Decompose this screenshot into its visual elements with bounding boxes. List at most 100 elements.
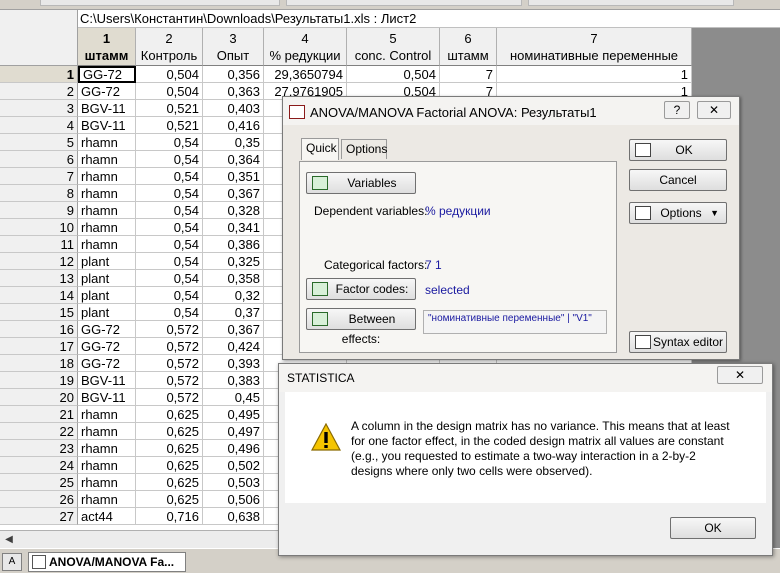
table-cell[interactable]: rhamn [78,202,136,219]
table-cell[interactable]: rhamn [78,474,136,491]
table-cell[interactable]: 0,386 [203,236,264,253]
table-cell[interactable]: act44 [78,508,136,525]
table-cell[interactable]: plant [78,304,136,321]
row-header[interactable]: 15 [0,304,78,321]
minimized-window-icon[interactable]: A [2,553,22,571]
factor-codes-button[interactable]: Factor codes: [306,278,416,300]
row-header[interactable]: 25 [0,474,78,491]
table-cell[interactable]: 0,325 [203,253,264,270]
table-cell[interactable]: 0,393 [203,355,264,372]
table-cell[interactable]: 0,572 [136,372,203,389]
row-header[interactable]: 27 [0,508,78,525]
table-cell[interactable]: 0,363 [203,83,264,100]
table-cell[interactable]: 0,625 [136,406,203,423]
table-cell[interactable]: 0,495 [203,406,264,423]
row-header[interactable]: 17 [0,338,78,355]
column-header-7[interactable]: 7 номинативные переменные [497,28,692,66]
table-cell[interactable]: 0,37 [203,304,264,321]
row-header[interactable]: 4 [0,117,78,134]
table-cell[interactable]: 0,54 [136,185,203,202]
table-cell[interactable]: plant [78,287,136,304]
tab-quick[interactable]: Quick [301,138,339,160]
table-cell[interactable]: rhamn [78,151,136,168]
column-header-6[interactable]: 6 штамм [440,28,497,66]
row-header[interactable]: 12 [0,253,78,270]
table-cell[interactable]: 1 [497,66,692,83]
table-cell[interactable]: 0,358 [203,270,264,287]
row-header[interactable]: 8 [0,185,78,202]
scroll-left-arrow-icon[interactable]: ◀ [0,531,18,548]
table-cell[interactable]: rhamn [78,236,136,253]
table-cell[interactable]: 0,521 [136,100,203,117]
row-header[interactable]: 21 [0,406,78,423]
table-cell[interactable]: BGV-11 [78,389,136,406]
row-header[interactable]: 13 [0,270,78,287]
statistica-titlebar[interactable]: STATISTICA ✕ [279,364,772,392]
table-cell[interactable]: GG-72 [78,83,136,100]
column-header-3[interactable]: 3 Опыт [203,28,264,66]
table-cell[interactable]: rhamn [78,134,136,151]
row-header[interactable]: 11 [0,236,78,253]
column-header-4[interactable]: 4 % редукции [264,28,347,66]
table-cell[interactable]: 0,364 [203,151,264,168]
table-cell[interactable]: GG-72 [78,66,136,83]
column-header-5[interactable]: 5 conc. Control [347,28,440,66]
row-header[interactable]: 16 [0,321,78,338]
anova-titlebar[interactable]: ANOVA/MANOVA Factorial ANOVA: Результаты… [283,97,739,125]
table-cell[interactable]: rhamn [78,168,136,185]
table-cell[interactable]: 7 [440,66,497,83]
table-cell[interactable]: 0,572 [136,338,203,355]
table-cell[interactable]: 0,503 [203,474,264,491]
table-cell[interactable]: 0,54 [136,219,203,236]
table-cell[interactable]: 0,45 [203,389,264,406]
table-cell[interactable]: rhamn [78,423,136,440]
table-cell[interactable]: 0,35 [203,134,264,151]
anova-close-button[interactable]: ✕ [697,101,731,119]
table-cell[interactable]: 0,625 [136,457,203,474]
between-effects-button[interactable]: Between effects: [306,308,416,346]
table-cell[interactable]: rhamn [78,406,136,423]
table-cell[interactable]: 29,3650794 [264,66,347,83]
table-cell[interactable]: 0,341 [203,219,264,236]
table-cell[interactable]: 0,54 [136,287,203,304]
row-header[interactable]: 2 [0,83,78,100]
table-cell[interactable]: 0,638 [203,508,264,525]
table-cell[interactable]: rhamn [78,185,136,202]
toolbar-tab-3[interactable] [528,0,734,6]
statistica-ok-button[interactable]: OK [670,517,756,539]
row-header[interactable]: 18 [0,355,78,372]
row-header[interactable]: 19 [0,372,78,389]
table-cell[interactable]: 0,54 [136,151,203,168]
table-cell[interactable]: 0,504 [347,66,440,83]
row-header[interactable]: 9 [0,202,78,219]
table-cell[interactable]: 0,54 [136,168,203,185]
row-header[interactable]: 24 [0,457,78,474]
table-cell[interactable]: GG-72 [78,355,136,372]
table-cell[interactable]: 0,32 [203,287,264,304]
toolbar-tab-1[interactable] [40,0,280,6]
table-cell[interactable]: 0,416 [203,117,264,134]
row-header[interactable]: 10 [0,219,78,236]
table-cell[interactable]: rhamn [78,457,136,474]
cancel-button[interactable]: Cancel [629,169,727,191]
table-cell[interactable]: 0,351 [203,168,264,185]
dependent-variables-value[interactable]: % редукции [425,204,491,218]
table-cell[interactable]: 0,424 [203,338,264,355]
table-cell[interactable]: rhamn [78,219,136,236]
table-cell[interactable]: 0,367 [203,185,264,202]
table-cell[interactable]: 0,625 [136,423,203,440]
table-cell[interactable]: BGV-11 [78,100,136,117]
ok-button[interactable]: OK [629,139,727,161]
table-cell[interactable]: 0,356 [203,66,264,83]
table-cell[interactable]: 0,54 [136,270,203,287]
row-header[interactable]: 20 [0,389,78,406]
categorical-factors-value[interactable]: 7 1 [425,258,442,272]
column-header-2[interactable]: 2 Контроль [136,28,203,66]
help-button[interactable]: ? [664,101,690,119]
row-header[interactable]: 7 [0,168,78,185]
row-header[interactable]: 5 [0,134,78,151]
syntax-editor-button[interactable]: Syntax editor [629,331,727,353]
table-cell[interactable]: 0,403 [203,100,264,117]
row-header[interactable]: 26 [0,491,78,508]
table-cell[interactable]: 0,716 [136,508,203,525]
